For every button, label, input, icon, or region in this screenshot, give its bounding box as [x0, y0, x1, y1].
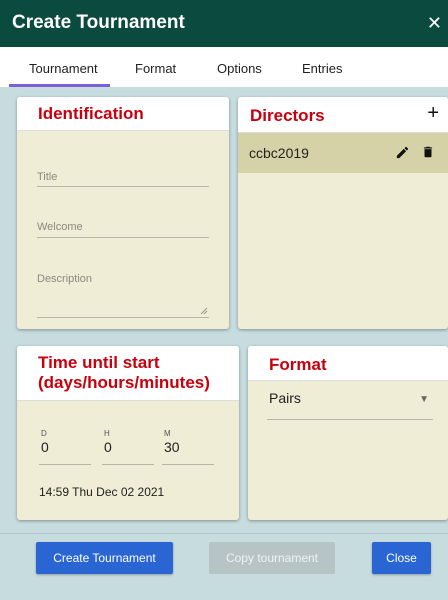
close-button[interactable]: Close	[372, 542, 431, 574]
directors-heading: Directors	[250, 106, 325, 125]
format-select[interactable]: Pairs ▼	[267, 390, 433, 420]
title-placeholder: Title	[37, 171, 58, 183]
minutes-value: 30	[164, 439, 180, 455]
time-until-start-header: Time until start (days/hours/minutes)	[17, 346, 239, 401]
minutes-label: M	[164, 429, 171, 438]
welcome-field[interactable]: Welcome	[37, 221, 209, 238]
days-value: 0	[41, 439, 49, 455]
format-header: Format	[248, 346, 448, 381]
welcome-placeholder: Welcome	[37, 221, 83, 233]
directors-header: Directors +	[238, 97, 448, 133]
days-field[interactable]: D 0	[39, 429, 91, 465]
description-field[interactable]: Description	[37, 273, 209, 318]
time-heading-line1: Time until start	[38, 353, 160, 372]
dropdown-caret-icon: ▼	[419, 394, 429, 405]
identification-card: Identification Title Welcome Description	[17, 97, 229, 329]
format-heading: Format	[269, 355, 327, 374]
title-field[interactable]: Title	[37, 171, 209, 187]
days-label: D	[41, 429, 47, 438]
hours-value: 0	[104, 439, 112, 455]
tab-options[interactable]: Options	[217, 61, 262, 76]
time-until-start-card: Time until start (days/hours/minutes) D …	[17, 346, 239, 520]
edit-pencil-icon[interactable]	[395, 145, 410, 160]
tab-entries[interactable]: Entries	[302, 61, 342, 76]
dialog-title: Create Tournament	[12, 12, 185, 33]
close-icon[interactable]: ✕	[427, 13, 442, 34]
hours-field[interactable]: H 0	[102, 429, 154, 465]
director-row[interactable]: ccbc2019	[238, 133, 448, 173]
format-card: Format Pairs ▼	[248, 346, 448, 520]
copy-tournament-button[interactable]: Copy tournament	[209, 542, 335, 574]
create-tournament-button[interactable]: Create Tournament	[36, 542, 173, 574]
dialog-titlebar: Create Tournament ✕	[0, 0, 448, 47]
resize-handle-icon[interactable]	[200, 307, 208, 315]
add-director-icon[interactable]: +	[427, 102, 439, 125]
time-heading-line2: (days/hours/minutes)	[38, 373, 210, 392]
minutes-field[interactable]: M 30	[162, 429, 214, 465]
directors-card: Directors + ccbc2019	[238, 97, 448, 329]
identification-header: Identification	[17, 97, 229, 131]
dialog-content: Identification Title Welcome Description…	[0, 87, 448, 533]
dialog-footer: Create Tournament Copy tournament Close	[0, 533, 448, 600]
start-datetime: 14:59 Thu Dec 02 2021	[39, 485, 165, 499]
director-name: ccbc2019	[249, 145, 309, 161]
format-selected-value: Pairs	[269, 390, 301, 406]
description-placeholder: Description	[37, 273, 93, 285]
tab-bar: Tournament Format Options Entries	[0, 47, 448, 87]
tab-format[interactable]: Format	[135, 61, 176, 76]
delete-trash-icon[interactable]	[421, 144, 435, 160]
hours-label: H	[104, 429, 110, 438]
identification-heading: Identification	[38, 104, 144, 123]
tab-tournament[interactable]: Tournament	[29, 61, 98, 76]
